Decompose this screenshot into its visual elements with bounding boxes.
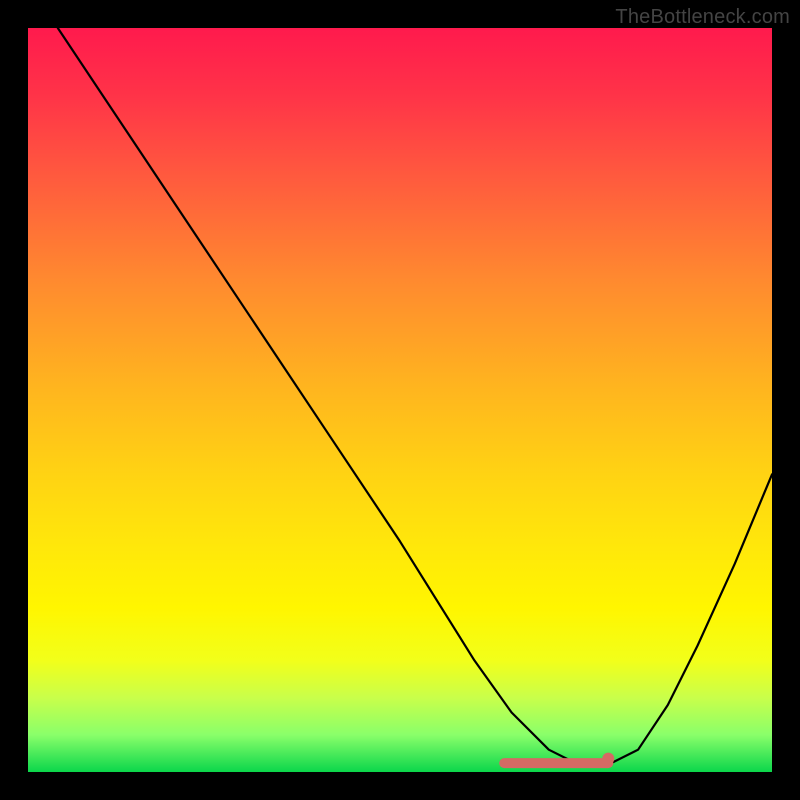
watermark-text: TheBottleneck.com bbox=[615, 6, 790, 29]
bottleneck-curve bbox=[58, 28, 772, 765]
curve-layer bbox=[28, 28, 772, 772]
chart-frame: TheBottleneck.com bbox=[0, 0, 800, 800]
plot-area bbox=[28, 28, 772, 772]
optimal-point-marker bbox=[602, 753, 614, 765]
